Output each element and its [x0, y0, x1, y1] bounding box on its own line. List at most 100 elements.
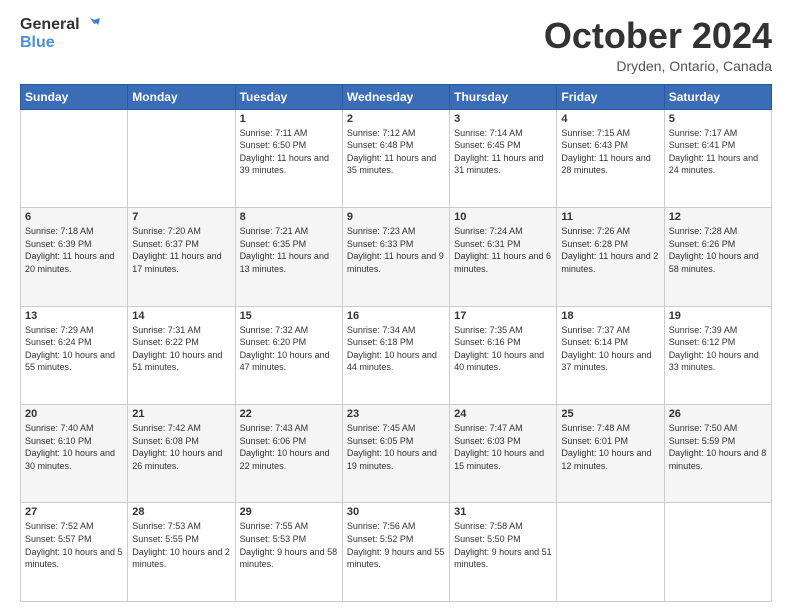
day-info: Sunrise: 7:42 AM Sunset: 6:08 PM Dayligh… — [132, 422, 230, 472]
day-number: 9 — [347, 211, 445, 223]
calendar-cell: 25Sunrise: 7:48 AM Sunset: 6:01 PM Dayli… — [557, 405, 664, 503]
calendar-cell: 6 Sunrise: 7:18 AM Sunset: 6:39 PM Daylig… — [21, 208, 128, 306]
day-info: Sunrise: 7:35 AM Sunset: 6:16 PM Dayligh… — [454, 324, 552, 374]
weekday-header-row: SundayMondayTuesdayWednesdayThursdayFrid… — [21, 84, 772, 109]
calendar-week-4: 20Sunrise: 7:40 AM Sunset: 6:10 PM Dayli… — [21, 405, 772, 503]
day-number: 10 — [454, 211, 552, 223]
calendar-cell: 12 Sunrise: 7:28 AM Sunset: 6:26 PM Dayli… — [664, 208, 771, 306]
day-info: Sunrise: 7:14 AM Sunset: 6:45 PM Dayligh… — [454, 127, 552, 177]
calendar-cell: 19 Sunrise: 7:39 AM Sunset: 6:12 PM Dayli… — [664, 306, 771, 404]
day-number: 24 — [454, 408, 552, 420]
calendar-cell: 3 Sunrise: 7:14 AM Sunset: 6:45 PM Daylig… — [450, 109, 557, 207]
logo-bird-icon — [82, 16, 100, 34]
calendar-cell: 29 Sunrise: 7:55 AM Sunset: 5:53 PM Dayli… — [235, 503, 342, 602]
day-info: Sunrise: 7:56 AM Sunset: 5:52 PM Dayligh… — [347, 520, 445, 570]
day-info: Sunrise: 7:11 AM Sunset: 6:50 PM Dayligh… — [240, 127, 338, 177]
weekday-header-sunday: Sunday — [21, 84, 128, 109]
calendar-cell: 26 Sunrise: 7:50 AM Sunset: 5:59 PM Dayli… — [664, 405, 771, 503]
day-number: 7 — [132, 211, 230, 223]
logo-text-blue: Blue — [20, 35, 55, 51]
day-number: 8 — [240, 211, 338, 223]
day-info: Sunrise: 7:43 AM Sunset: 6:06 PM Dayligh… — [240, 422, 338, 472]
day-number: 19 — [669, 310, 767, 322]
day-info: Sunrise: 7:55 AM Sunset: 5:53 PM Dayligh… — [240, 520, 338, 570]
day-number: 21 — [132, 408, 230, 420]
calendar-cell: 2 Sunrise: 7:12 AM Sunset: 6:48 PM Daylig… — [342, 109, 449, 207]
day-info: Sunrise: 7:28 AM Sunset: 6:26 PM Dayligh… — [669, 225, 767, 275]
day-info: Sunrise: 7:15 AM Sunset: 6:43 PM Dayligh… — [561, 127, 659, 177]
calendar-cell: 11 Sunrise: 7:26 AM Sunset: 6:28 PM Dayli… — [557, 208, 664, 306]
day-number: 11 — [561, 211, 659, 223]
calendar-cell: 27Sunrise: 7:52 AM Sunset: 5:57 PM Dayli… — [21, 503, 128, 602]
day-number: 29 — [240, 506, 338, 518]
day-info: Sunrise: 7:23 AM Sunset: 6:33 PM Dayligh… — [347, 225, 445, 275]
day-number: 23 — [347, 408, 445, 420]
day-number: 1 — [240, 113, 338, 125]
calendar-cell: 15Sunrise: 7:32 AM Sunset: 6:20 PM Dayli… — [235, 306, 342, 404]
calendar-cell: 16Sunrise: 7:34 AM Sunset: 6:18 PM Dayli… — [342, 306, 449, 404]
day-info: Sunrise: 7:50 AM Sunset: 5:59 PM Dayligh… — [669, 422, 767, 472]
day-number: 14 — [132, 310, 230, 322]
day-number: 6 — [25, 211, 123, 223]
calendar-cell: 4Sunrise: 7:15 AM Sunset: 6:43 PM Daylig… — [557, 109, 664, 207]
month-title: October 2024 — [544, 16, 772, 56]
day-number: 15 — [240, 310, 338, 322]
calendar-cell: 22 Sunrise: 7:43 AM Sunset: 6:06 PM Dayli… — [235, 405, 342, 503]
calendar-week-1: 1 Sunrise: 7:11 AM Sunset: 6:50 PM Daylig… — [21, 109, 772, 207]
day-info: Sunrise: 7:39 AM Sunset: 6:12 PM Dayligh… — [669, 324, 767, 374]
calendar-cell: 13 Sunrise: 7:29 AM Sunset: 6:24 PM Dayli… — [21, 306, 128, 404]
day-info: Sunrise: 7:29 AM Sunset: 6:24 PM Dayligh… — [25, 324, 123, 374]
day-number: 22 — [240, 408, 338, 420]
calendar-week-2: 6 Sunrise: 7:18 AM Sunset: 6:39 PM Daylig… — [21, 208, 772, 306]
logo: General Blue — [20, 16, 100, 51]
title-block: October 2024 Dryden, Ontario, Canada — [544, 16, 772, 74]
weekday-header-saturday: Saturday — [664, 84, 771, 109]
calendar-cell: 17Sunrise: 7:35 AM Sunset: 6:16 PM Dayli… — [450, 306, 557, 404]
weekday-header-friday: Friday — [557, 84, 664, 109]
day-info: Sunrise: 7:18 AM Sunset: 6:39 PM Dayligh… — [25, 225, 123, 275]
calendar: SundayMondayTuesdayWednesdayThursdayFrid… — [20, 84, 772, 602]
day-number: 2 — [347, 113, 445, 125]
calendar-cell: 24 Sunrise: 7:47 AM Sunset: 6:03 PM Dayli… — [450, 405, 557, 503]
day-number: 26 — [669, 408, 767, 420]
day-info: Sunrise: 7:26 AM Sunset: 6:28 PM Dayligh… — [561, 225, 659, 275]
day-number: 18 — [561, 310, 659, 322]
day-info: Sunrise: 7:17 AM Sunset: 6:41 PM Dayligh… — [669, 127, 767, 177]
calendar-cell: 8 Sunrise: 7:21 AM Sunset: 6:35 PM Daylig… — [235, 208, 342, 306]
calendar-cell: 30 Sunrise: 7:56 AM Sunset: 5:52 PM Dayli… — [342, 503, 449, 602]
calendar-cell: 20Sunrise: 7:40 AM Sunset: 6:10 PM Dayli… — [21, 405, 128, 503]
day-info: Sunrise: 7:48 AM Sunset: 6:01 PM Dayligh… — [561, 422, 659, 472]
day-number: 13 — [25, 310, 123, 322]
weekday-header-thursday: Thursday — [450, 84, 557, 109]
day-number: 12 — [669, 211, 767, 223]
day-info: Sunrise: 7:52 AM Sunset: 5:57 PM Dayligh… — [25, 520, 123, 570]
calendar-week-5: 27Sunrise: 7:52 AM Sunset: 5:57 PM Dayli… — [21, 503, 772, 602]
day-info: Sunrise: 7:45 AM Sunset: 6:05 PM Dayligh… — [347, 422, 445, 472]
calendar-cell: 9 Sunrise: 7:23 AM Sunset: 6:33 PM Daylig… — [342, 208, 449, 306]
calendar-week-3: 13 Sunrise: 7:29 AM Sunset: 6:24 PM Dayli… — [21, 306, 772, 404]
day-number: 3 — [454, 113, 552, 125]
day-number: 31 — [454, 506, 552, 518]
day-number: 30 — [347, 506, 445, 518]
calendar-cell — [128, 109, 235, 207]
weekday-header-monday: Monday — [128, 84, 235, 109]
calendar-cell: 1 Sunrise: 7:11 AM Sunset: 6:50 PM Daylig… — [235, 109, 342, 207]
day-info: Sunrise: 7:12 AM Sunset: 6:48 PM Dayligh… — [347, 127, 445, 177]
day-info: Sunrise: 7:21 AM Sunset: 6:35 PM Dayligh… — [240, 225, 338, 275]
calendar-cell — [664, 503, 771, 602]
day-info: Sunrise: 7:31 AM Sunset: 6:22 PM Dayligh… — [132, 324, 230, 374]
weekday-header-wednesday: Wednesday — [342, 84, 449, 109]
header: General Blue October 2024 Dryden, Ontari… — [20, 16, 772, 74]
calendar-cell: 31Sunrise: 7:58 AM Sunset: 5:50 PM Dayli… — [450, 503, 557, 602]
day-info: Sunrise: 7:37 AM Sunset: 6:14 PM Dayligh… — [561, 324, 659, 374]
calendar-cell — [557, 503, 664, 602]
calendar-cell: 10Sunrise: 7:24 AM Sunset: 6:31 PM Dayli… — [450, 208, 557, 306]
day-number: 28 — [132, 506, 230, 518]
calendar-cell: 5Sunrise: 7:17 AM Sunset: 6:41 PM Daylig… — [664, 109, 771, 207]
calendar-cell — [21, 109, 128, 207]
day-info: Sunrise: 7:53 AM Sunset: 5:55 PM Dayligh… — [132, 520, 230, 570]
day-info: Sunrise: 7:47 AM Sunset: 6:03 PM Dayligh… — [454, 422, 552, 472]
calendar-cell: 28 Sunrise: 7:53 AM Sunset: 5:55 PM Dayli… — [128, 503, 235, 602]
day-info: Sunrise: 7:34 AM Sunset: 6:18 PM Dayligh… — [347, 324, 445, 374]
calendar-cell: 14 Sunrise: 7:31 AM Sunset: 6:22 PM Dayli… — [128, 306, 235, 404]
